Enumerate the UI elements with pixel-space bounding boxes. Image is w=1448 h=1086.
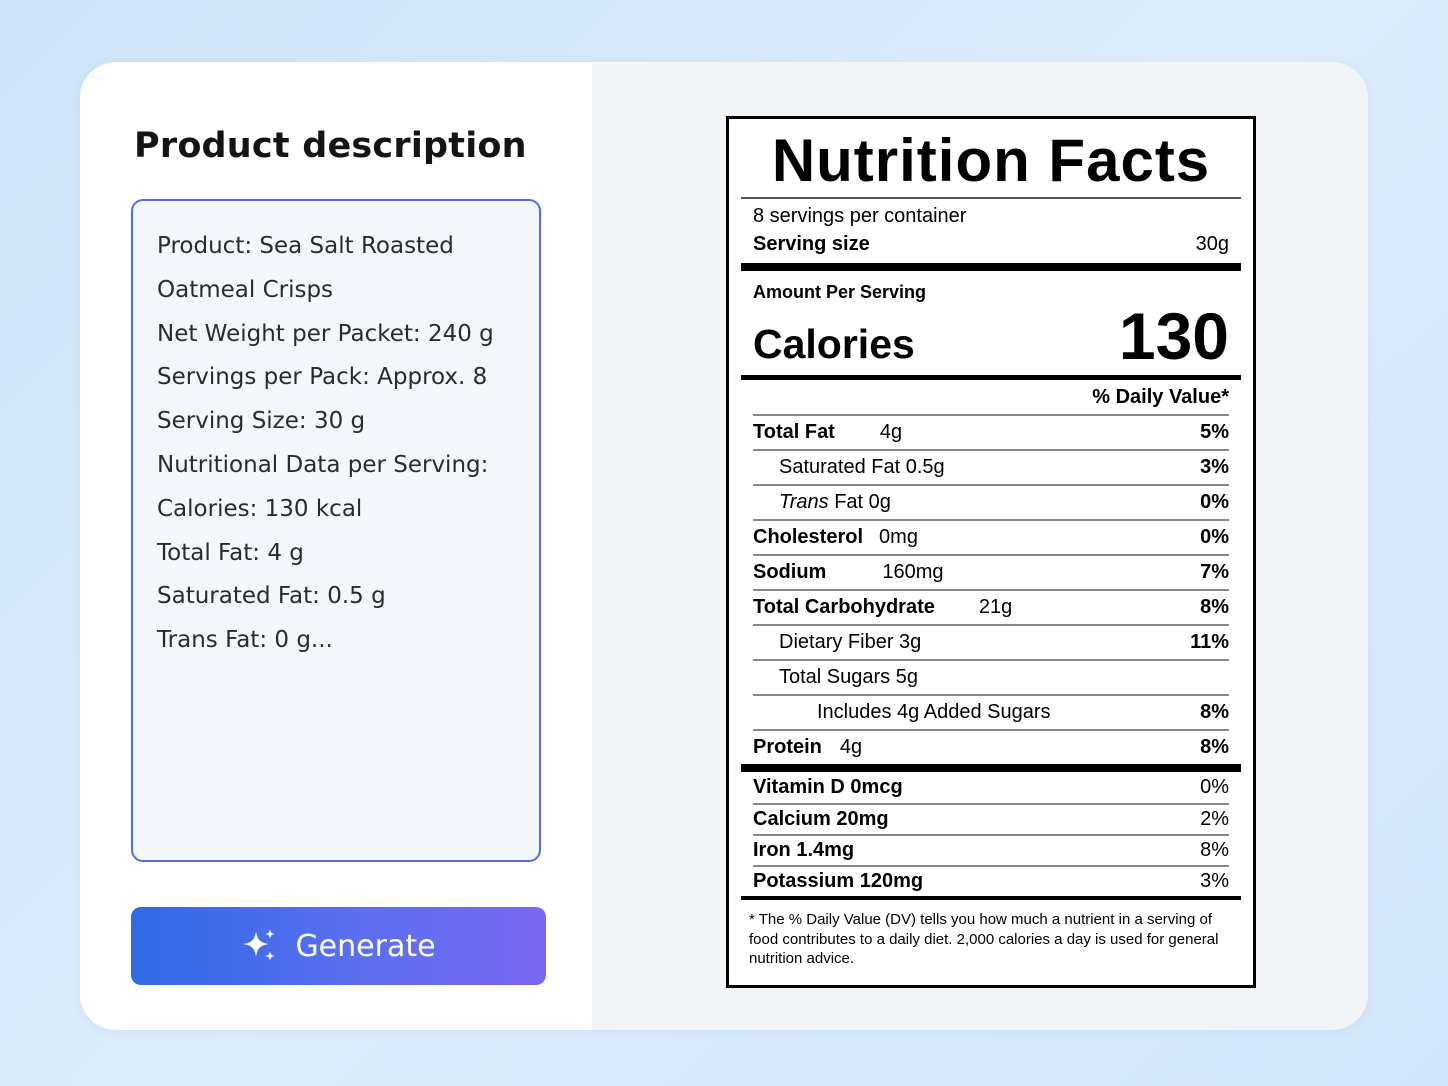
calories-row: Calories 130: [753, 303, 1229, 369]
nutrient-name: Dietary Fiber 3g: [779, 631, 922, 653]
vitamin-name: Calcium 20mg: [753, 808, 889, 830]
calories-label: Calories: [753, 321, 915, 367]
serving-size-label: Serving size: [753, 233, 870, 255]
description-line: Calories: 130 kcal: [157, 495, 363, 522]
nutrient-row: Saturated Fat 0.5g 3%: [753, 449, 1229, 484]
nutrient-percent: 8%: [1200, 596, 1229, 618]
vitamin-name: Potassium 120mg: [753, 870, 924, 892]
description-line: Oatmeal Crisps: [157, 276, 334, 303]
divider: [741, 197, 1241, 199]
description-line: Net Weight per Packet: 240 g: [157, 320, 494, 347]
divider: [741, 764, 1241, 772]
vitamin-percent: 3%: [1200, 870, 1229, 892]
nutrient-name: Total Carbohydrate: [753, 596, 935, 618]
divider: [741, 263, 1241, 271]
left-pane: Product description Product: Sea Salt Ro…: [80, 62, 592, 1030]
serving-size-row: Serving size 30g: [753, 229, 1229, 259]
serving-size-value: 30g: [1195, 233, 1229, 255]
vitamin-name: Vitamin D 0mcg: [753, 776, 903, 798]
calories-value: 130: [1118, 299, 1229, 373]
daily-value-footnote: * The % Daily Value (DV) tells you how m…: [749, 911, 1219, 967]
section-title: Product description: [134, 126, 527, 166]
nutrient-name: Total Fat: [753, 421, 835, 443]
vitamin-row: Iron 1.4mg 8%: [753, 834, 1229, 865]
nutrient-percent: 5%: [1200, 421, 1229, 443]
description-line: Saturated Fat: 0.5 g: [157, 583, 386, 610]
nutrient-row: Protein 4g 8%: [753, 729, 1229, 764]
generate-button-label: Generate: [295, 928, 436, 964]
nutrient-percent: 0%: [1200, 526, 1229, 548]
product-description-textarea[interactable]: Product: Sea Salt Roasted Oatmeal Crisps…: [131, 199, 541, 862]
description-line: Nutritional Data per Serving:: [157, 451, 489, 478]
nutrient-percent: 8%: [1200, 701, 1229, 723]
nutrient-percent: 11%: [1190, 631, 1229, 653]
nutrient-row: Trans Fat 0g 0%: [753, 484, 1229, 519]
description-line: Serving Size: 30 g: [157, 408, 366, 435]
nutrient-row: Total Carbohydrate 21g 8%: [753, 589, 1229, 624]
nutrient-row: Sodium 160mg 7%: [753, 554, 1229, 589]
nutrient-row: Total Fat 4g 5%: [753, 414, 1229, 449]
nutrition-facts-label: Nutrition Facts 8 servings per container…: [726, 116, 1256, 988]
nutrient-amount: 160mg: [882, 561, 944, 583]
nutrition-facts-title: Nutrition Facts: [771, 127, 1211, 194]
nutrient-percent: 8%: [1200, 736, 1229, 758]
vitamin-row: Calcium 20mg 2%: [753, 803, 1229, 834]
nutrient-name: Protein: [753, 736, 822, 758]
nutrient-percent: 7%: [1200, 561, 1229, 583]
nutrient-amount: 4g: [839, 736, 863, 758]
nutrient-name: Total Sugars 5g: [779, 666, 918, 688]
nutrient-row: Dietary Fiber 3g 11%: [753, 624, 1229, 659]
daily-value-header: % Daily Value*: [1092, 386, 1229, 408]
main-card: Product description Product: Sea Salt Ro…: [80, 62, 1368, 1030]
vitamin-percent: 0%: [1200, 776, 1229, 798]
nutrient-name: Saturated Fat 0.5g: [779, 456, 945, 478]
nutrient-name: Sodium: [753, 561, 827, 583]
vitamin-row: Potassium 120mg 3%: [753, 865, 1229, 896]
vitamin-name: Iron 1.4mg: [753, 839, 855, 861]
description-line: Servings per Pack: Approx. 8: [157, 364, 488, 391]
sparkle-icon: [241, 927, 279, 965]
nutrient-name: Includes 4g Added Sugars: [817, 701, 1051, 723]
nutrient-row: Includes 4g Added Sugars 8%: [753, 694, 1229, 729]
nutrient-row: Total Sugars 5g: [753, 659, 1229, 694]
description-line: Total Fat: 4 g: [157, 539, 304, 566]
nutrient-name: Cholesterol: [753, 526, 864, 548]
nutrient-percent: 0%: [1200, 491, 1229, 513]
nutrient-name-italic: Trans: [779, 491, 829, 513]
nutrient-amount: 4g: [879, 421, 903, 443]
vitamin-row: Vitamin D 0mcg 0%: [753, 772, 1229, 803]
vitamin-percent: 2%: [1200, 808, 1229, 830]
description-line: Product: Sea Salt Roasted: [157, 233, 454, 259]
nutrient-percent: 3%: [1200, 456, 1229, 478]
description-line: Trans Fat: 0 g...: [157, 627, 333, 654]
nutrient-row: Cholesterol 0mg 0%: [753, 519, 1229, 554]
nutrient-name: Fat 0g: [828, 491, 891, 513]
servings-per-container: 8 servings per container: [753, 205, 967, 227]
vitamin-percent: 8%: [1200, 839, 1229, 861]
nutrient-amount: 0mg: [879, 526, 918, 548]
generate-button[interactable]: Generate: [131, 907, 546, 985]
nutrient-amount: 21g: [978, 596, 1013, 618]
